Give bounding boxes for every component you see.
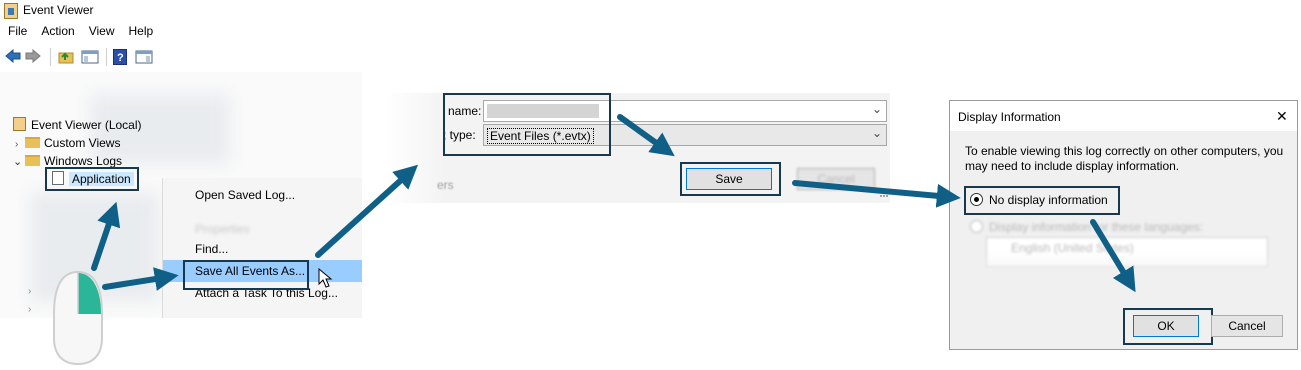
toolbar-divider-2 [106,48,107,66]
save-as-dialog-fragment: name: ⌄ ; type: Event Files (*.evtx) ⌄ e… [385,93,890,203]
show-hide-tree-icon[interactable] [81,50,99,64]
tree-item-custom-views[interactable]: › Custom Views [15,134,120,152]
event-viewer-node-icon [13,117,26,131]
fade-bottom-overlay [950,251,1297,301]
close-icon[interactable]: ✕ [1276,108,1288,125]
fade-left-overlay [385,93,445,203]
window-title: Event Viewer [23,3,94,17]
svg-text:?: ? [117,52,124,64]
folders-fragment-text: ers [437,178,454,192]
menu-bar: File Action View Help [0,24,167,42]
tree-expander-blurred-1: › [28,286,32,297]
toolbar-divider [50,48,51,66]
forward-arrow-icon[interactable] [25,49,41,63]
dialog-title: Display Information [958,110,1061,124]
mouse-pointer-icon [318,268,334,288]
dialog-message: To enable viewing this log correctly on … [965,144,1284,173]
save-all-highlight-box [183,260,309,290]
menu-file[interactable]: File [8,24,27,42]
event-viewer-app-icon [4,3,18,19]
back-arrow-icon[interactable] [5,49,21,63]
radio-languages-label: Display information for these languages: [989,220,1204,234]
tree-label-root: Event Viewer (Local) [31,118,142,132]
no-display-highlight-box [964,186,1120,215]
show-action-pane-icon[interactable] [135,50,153,64]
folder-icon [25,137,40,148]
chevron-down-icon[interactable]: ⌄ [872,102,882,116]
cancel-button[interactable]: Cancel [797,168,875,190]
menu-item-find[interactable]: Find... [163,238,362,260]
toolbar: ? [0,46,362,68]
menu-view[interactable]: View [89,24,115,42]
folder-icon [25,155,40,166]
cancel-button-label: Cancel [817,172,855,186]
log-icon [52,171,64,185]
radio-languages-faded[interactable]: Display information for these languages: [970,220,1203,234]
chevron-down-icon[interactable]: ⌄ [872,126,882,140]
menu-item-properties-faded: Properties [195,222,250,236]
file-type-highlight-box [443,93,611,156]
tree-label-application: Application [69,172,134,186]
cancel-button-label: Cancel [1228,319,1266,333]
tree-item-event-viewer-local[interactable]: Event Viewer (Local) [13,116,142,134]
ok-button-highlight-box [1123,308,1213,345]
resize-grip-icon[interactable] [880,195,888,201]
help-icon[interactable]: ? [113,49,127,65]
display-information-dialog: Display Information ✕ To enable viewing … [949,100,1298,350]
menu-action[interactable]: Action [41,24,74,42]
menu-item-open-saved-log[interactable]: Open Saved Log... [163,184,362,206]
chevron-down-icon[interactable]: ⌄ [13,153,25,171]
title-bar: Event Viewer [0,0,362,22]
tree-label-windows-logs: Windows Logs [44,154,123,168]
tree-expander-blurred-2: › [28,304,32,315]
tree-item-application[interactable]: Application [52,170,134,188]
dialog-body: To enable viewing this log correctly on … [950,131,1297,349]
tree-label-custom-views: Custom Views [44,136,121,150]
context-menu: Open Saved Log... Properties Find... Sav… [162,178,362,318]
radio-unselected-icon [970,220,983,233]
menu-help[interactable]: Help [129,24,154,42]
cancel-button[interactable]: Cancel [1211,315,1283,337]
save-button-highlight-box [680,162,781,196]
up-folder-icon[interactable] [58,50,74,64]
mouse-click-icon [52,268,104,368]
